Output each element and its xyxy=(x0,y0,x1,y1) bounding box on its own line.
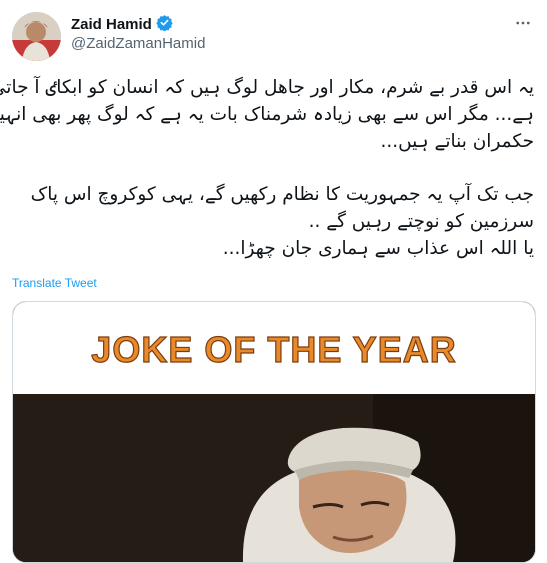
tweet-line: یہ اس قدر بے شرم، مکار اور جاھل لوگ ہیں … xyxy=(0,77,534,98)
media-image: JOKE OF THE YEAR xyxy=(13,302,535,562)
translate-tweet-link[interactable]: Translate Tweet xyxy=(12,276,97,290)
tweet-line: یا اللہ اس عذاب سے ہماری جان چھڑا... xyxy=(222,238,534,259)
avatar[interactable] xyxy=(12,12,61,61)
author-handle[interactable]: @ZaidZamanHamid xyxy=(71,35,205,52)
more-options-icon[interactable] xyxy=(512,12,534,34)
tweet-line: حکمران بناتے ہیں... xyxy=(380,131,534,152)
tweet: Zaid Hamid @ZaidZamanHamid یہ اس قدر بے … xyxy=(0,0,547,563)
avatar-image xyxy=(12,12,61,61)
verified-badge-icon xyxy=(156,14,173,35)
author-name[interactable]: Zaid Hamid xyxy=(71,16,152,33)
media-caption: JOKE OF THE YEAR xyxy=(91,329,456,370)
author-name-row: Zaid Hamid xyxy=(71,14,173,35)
tweet-line: سرزمین کو نوچتے رہیں گے .. xyxy=(308,211,534,232)
tweet-media[interactable]: JOKE OF THE YEAR xyxy=(12,301,536,563)
tweet-line: جب تک آپ یہ جمہوریت کا نظام رکھیں گے، یہ… xyxy=(30,184,534,205)
tweet-text: یہ اس قدر بے شرم، مکار اور جاھل لوگ ہیں … xyxy=(0,74,534,262)
tweet-line: ہے... مگر اس سے بھی زیادہ شرمناک بات یہ … xyxy=(0,104,534,125)
